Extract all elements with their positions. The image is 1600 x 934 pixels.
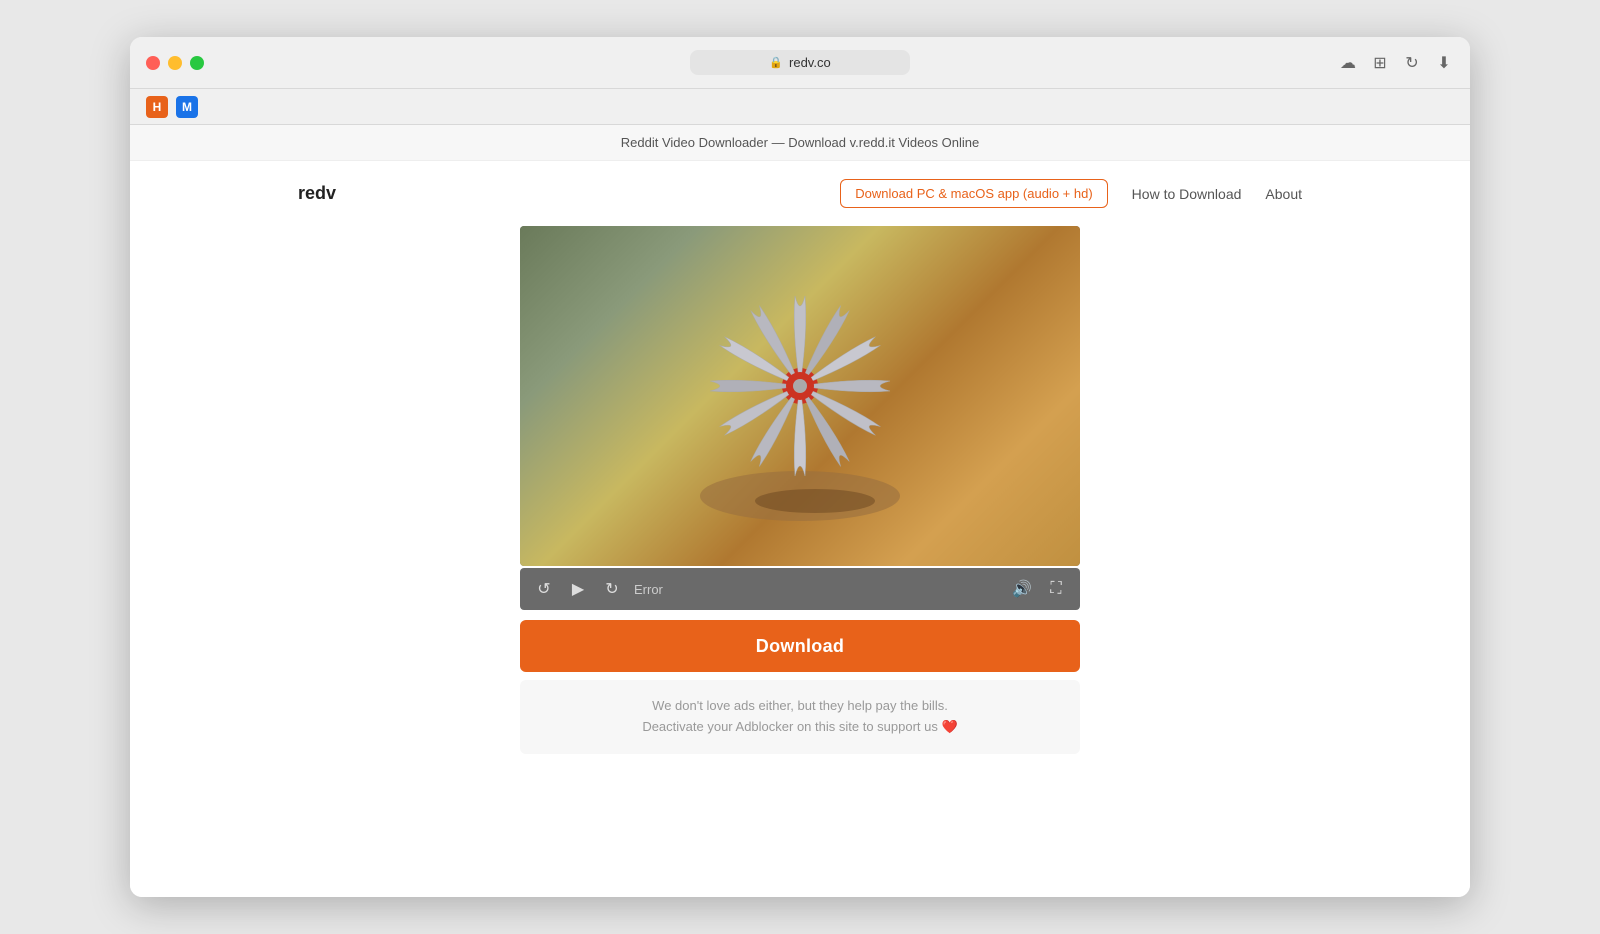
video-placeholder bbox=[520, 226, 1080, 566]
tab-bar: H M bbox=[130, 89, 1470, 125]
reader-icon[interactable]: ⊞ bbox=[1370, 53, 1390, 73]
lock-icon: 🔒 bbox=[769, 56, 783, 69]
site-logo: redv bbox=[298, 183, 336, 204]
url-text: redv.co bbox=[789, 55, 831, 70]
minimize-button[interactable] bbox=[168, 56, 182, 70]
download-icon[interactable]: ⬇ bbox=[1434, 53, 1454, 73]
download-button[interactable]: Download bbox=[520, 620, 1080, 672]
error-label: Error bbox=[634, 582, 1000, 597]
ad-notice-line2: Deactivate your Adblocker on this site t… bbox=[540, 717, 1060, 738]
fullscreen-button[interactable]: ⛶ bbox=[1044, 577, 1068, 601]
main-content: ↺ ▶ ↻ Error 🔊 ⛶ Download We don't love a… bbox=[500, 226, 1100, 794]
ad-notice-line1: We don't love ads either, but they help … bbox=[540, 696, 1060, 717]
site-nav: redv Download PC & macOS app (audio + hd… bbox=[250, 161, 1350, 226]
tab-favicon-h[interactable]: H bbox=[146, 96, 168, 118]
traffic-lights bbox=[146, 56, 204, 70]
play-button[interactable]: ▶ bbox=[566, 577, 590, 601]
page-tab-title: Reddit Video Downloader — Download v.red… bbox=[154, 135, 1446, 150]
tab-favicon-m[interactable]: M bbox=[176, 96, 198, 118]
nav-cta-button[interactable]: Download PC & macOS app (audio + hd) bbox=[840, 179, 1107, 208]
nav-about-link[interactable]: About bbox=[1265, 186, 1302, 202]
cloud-icon[interactable]: ☁ bbox=[1338, 53, 1358, 73]
ctrl-right: 🔊 ⛶ bbox=[1010, 577, 1068, 601]
volume-button[interactable]: 🔊 bbox=[1010, 577, 1034, 601]
refresh-icon[interactable]: ↻ bbox=[1402, 53, 1422, 73]
close-button[interactable] bbox=[146, 56, 160, 70]
windmill-illustration bbox=[670, 266, 930, 526]
title-bar: 🔒 redv.co ☁ ⊞ ↻ ⬇ bbox=[130, 37, 1470, 89]
forward-button[interactable]: ↻ bbox=[600, 577, 624, 601]
ad-notice: We don't love ads either, but they help … bbox=[520, 680, 1080, 754]
page-tab-bar: Reddit Video Downloader — Download v.red… bbox=[130, 125, 1470, 161]
rewind-button[interactable]: ↺ bbox=[532, 577, 556, 601]
address-bar[interactable]: 🔒 redv.co bbox=[690, 50, 910, 75]
maximize-button[interactable] bbox=[190, 56, 204, 70]
nav-how-to-link[interactable]: How to Download bbox=[1132, 186, 1242, 202]
video-controls: ↺ ▶ ↻ Error 🔊 ⛶ bbox=[520, 568, 1080, 610]
video-container bbox=[520, 226, 1080, 566]
nav-links: Download PC & macOS app (audio + hd) How… bbox=[840, 179, 1302, 208]
page-content: redv Download PC & macOS app (audio + hd… bbox=[130, 161, 1470, 897]
toolbar-icons: ☁ ⊞ ↻ ⬇ bbox=[1338, 53, 1454, 73]
